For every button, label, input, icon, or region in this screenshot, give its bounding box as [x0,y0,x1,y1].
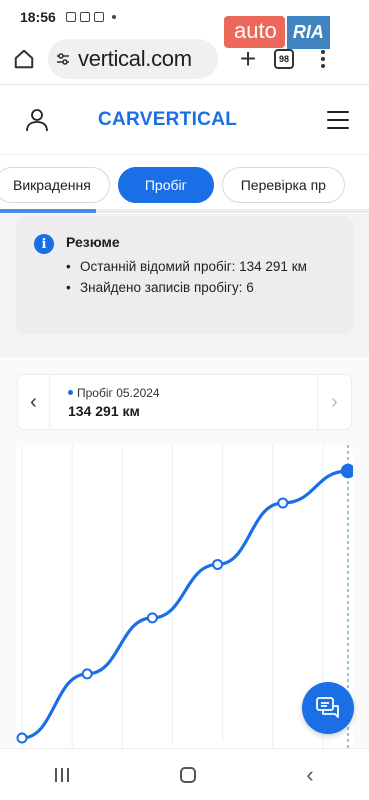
logo[interactable]: CARVERTICAL [98,109,237,131]
url-bar[interactable]: vertical.com [48,39,218,79]
screenshot-icon [65,12,76,22]
url-text: vertical.com [78,46,192,71]
mileage-chart-section: ‹ Пробіг 05.2024 134 291 км › [0,357,369,800]
summary-card: i Резюме Останній відомий пробіг: 134 29… [16,216,353,334]
tune-icon [57,53,69,65]
browser-menu-button[interactable] [308,50,338,68]
new-tab-button[interactable]: + [226,45,270,73]
chat-icon [316,697,339,718]
site-settings-button[interactable] [48,51,78,67]
data-point [16,732,28,744]
section-tabs: Викрадення Пробіг Перевірка пр [0,154,369,214]
more-notifications-icon [111,15,116,19]
system-navigation-bar: ‹ [0,748,369,800]
status-bar: 18:56 [0,0,369,34]
summary-item-records-count: Знайдено записів пробігу: 6 [66,277,307,298]
tab-mileage[interactable]: Пробіг [117,166,214,203]
chat-button[interactable] [302,682,354,734]
system-home-button[interactable] [179,766,196,783]
summary-list: Останній відомий пробіг: 134 291 км Знай… [66,256,307,298]
home-button[interactable] [0,35,48,83]
next-record-button[interactable]: › [317,375,351,429]
status-time: 18:56 [20,9,56,25]
status-notification-icons [65,12,116,22]
prev-record-button[interactable]: ‹ [18,375,50,429]
recents-button[interactable] [55,767,70,782]
instagram-icon [93,12,104,22]
summary-title: Резюме [66,234,120,250]
browser-toolbar: vertical.com + 98 [0,34,369,84]
data-point [212,558,224,570]
info-icon: i [34,234,54,254]
system-back-button[interactable]: ‹ [306,762,313,788]
tabs-scroll-fill [0,209,96,213]
record-label-text: Пробіг 05.2024 [77,385,160,400]
hamburger-icon[interactable] [327,110,349,129]
tab-check[interactable]: Перевірка пр [221,166,345,203]
tabs-scroll-indicator [0,209,369,213]
data-point [146,612,158,624]
mileage-record-navigator: ‹ Пробіг 05.2024 134 291 км › [18,375,351,429]
user-icon[interactable] [24,107,50,133]
tab-switcher-button[interactable]: 98 [274,49,294,69]
record-label: Пробіг 05.2024 [68,386,160,400]
home-icon [14,49,34,69]
tab-theft[interactable]: Викрадення [0,166,110,203]
record-value: 134 291 км [68,402,140,419]
site-header: CARVERTICAL [0,84,369,154]
chevron-left-icon: ‹ [30,390,37,413]
chevron-right-icon: › [331,390,338,413]
data-point [340,463,353,479]
summary-item-last-mileage: Останній відомий пробіг: 134 291 км [66,256,307,277]
instagram-icon [79,12,90,22]
data-point [81,668,93,680]
data-point [277,497,289,509]
